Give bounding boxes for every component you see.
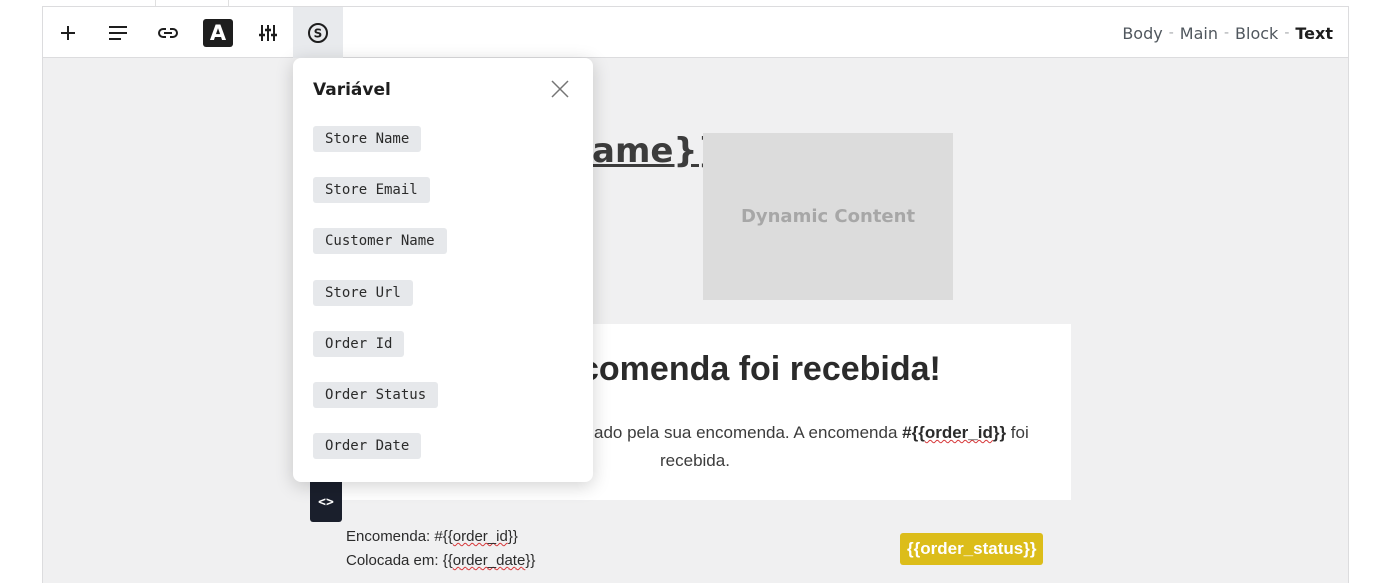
variable-popover: Variável Store Name Store Email Customer… [293,58,593,482]
variable-store-url[interactable]: Store Url [313,280,413,306]
link-button[interactable] [143,7,193,58]
dollar-circle-icon: S [308,22,328,43]
breadcrumb-block[interactable]: Block [1235,24,1278,43]
text-style-button[interactable]: A [193,7,243,58]
dynamic-content-block[interactable]: Dynamic Content [703,133,953,300]
variable-store-email[interactable]: Store Email [313,177,430,203]
block-toolbar: A S Body - Main - Block - Text [43,7,1348,58]
breadcrumb: Body - Main - Block - Text [1122,24,1333,43]
variable-button[interactable]: S [293,7,343,58]
settings-button[interactable] [243,7,293,58]
breadcrumb-main[interactable]: Main [1180,24,1218,43]
breadcrumb-text: Text [1295,24,1333,43]
order-message-line1[interactable]: ado pela sua encomenda. A encomenda #{{o… [594,423,1029,443]
link-icon [158,27,178,38]
order-message-line2[interactable]: recebida. [660,451,730,471]
order-status-badge[interactable]: {{order_status}} [900,533,1044,565]
sliders-icon [259,24,277,41]
svg-text:S: S [314,26,323,40]
order-id-line[interactable]: Encomenda: #{{order_id}} [346,528,518,545]
variable-store-name[interactable]: Store Name [313,126,422,152]
close-icon[interactable] [549,78,571,100]
add-button[interactable] [43,7,93,58]
dynamic-content-label: Dynamic Content [740,206,916,227]
breadcrumb-body[interactable]: Body [1122,24,1162,43]
text-style-icon: A [203,18,233,47]
order-received-heading[interactable]: comenda foi recebida! [580,350,941,389]
popover-title: Variável [313,80,391,100]
variable-customer-name[interactable]: Customer Name [313,228,447,254]
plus-icon [61,25,75,40]
order-date-line[interactable]: Colocada em: {{order_date}} [346,552,535,569]
variable-order-date[interactable]: Order Date [313,433,422,459]
variable-order-status[interactable]: Order Status [313,382,439,408]
code-toggle-button[interactable]: <> [310,482,342,522]
align-left-icon [109,25,127,40]
variable-order-id[interactable]: Order Id [313,331,405,357]
align-button[interactable] [93,7,143,58]
